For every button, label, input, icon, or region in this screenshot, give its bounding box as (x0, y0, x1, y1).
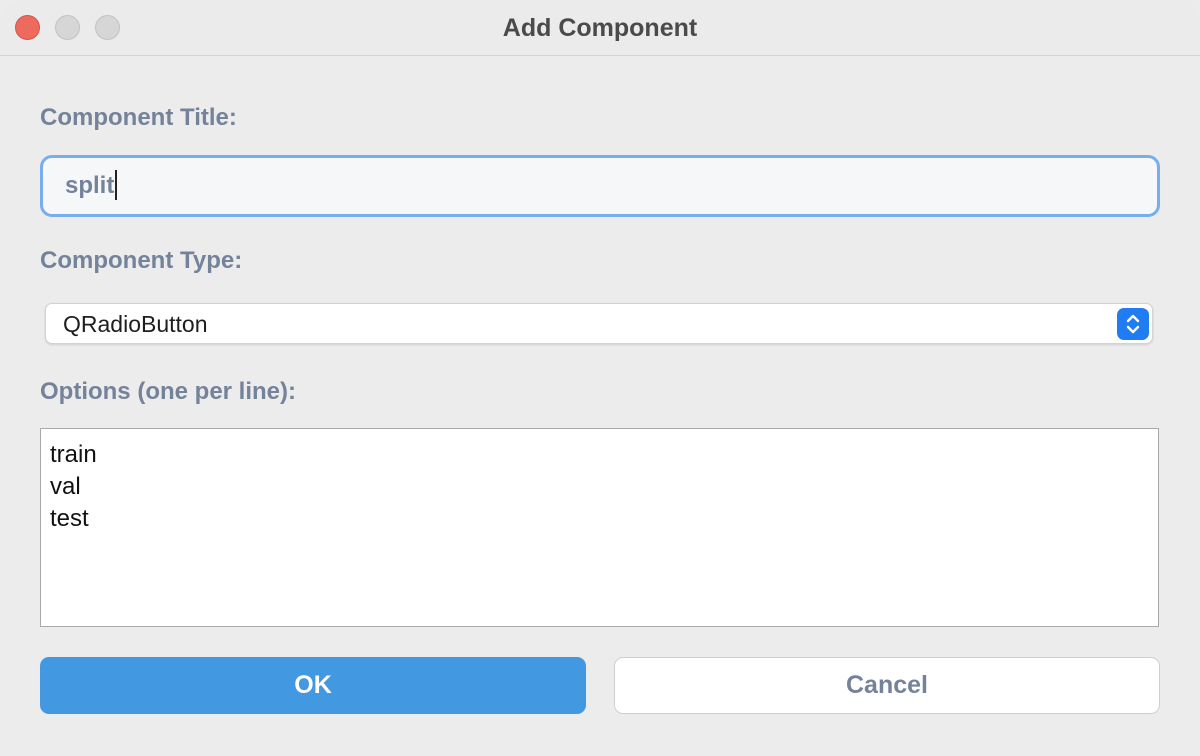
close-icon[interactable] (15, 15, 40, 40)
cancel-button[interactable]: Cancel (614, 657, 1160, 714)
option-line: train (50, 441, 97, 468)
option-line: val (50, 473, 81, 500)
chevron-up-down-icon[interactable] (1117, 308, 1149, 340)
option-line: test (50, 505, 89, 532)
component-type-label: Component Type: (40, 247, 243, 274)
window-title: Add Component (502, 14, 698, 42)
add-component-dialog: Add Component Component Title: split Com… (0, 0, 1200, 756)
component-title-input[interactable]: split (40, 155, 1160, 217)
text-caret (115, 169, 118, 200)
component-type-select[interactable]: QRadioButton (45, 303, 1153, 344)
maximize-icon[interactable] (95, 15, 120, 40)
component-title-label: Component Title: (40, 104, 237, 131)
component-type-value: QRadioButton (63, 311, 208, 337)
minimize-icon[interactable] (55, 15, 80, 40)
ok-button[interactable]: OK (40, 657, 586, 714)
title-bar[interactable]: Add Component (0, 0, 1200, 56)
options-label: Options (one per line): (40, 378, 296, 405)
options-textarea[interactable]: train val test (40, 428, 1159, 627)
component-title-value: split (65, 172, 115, 199)
